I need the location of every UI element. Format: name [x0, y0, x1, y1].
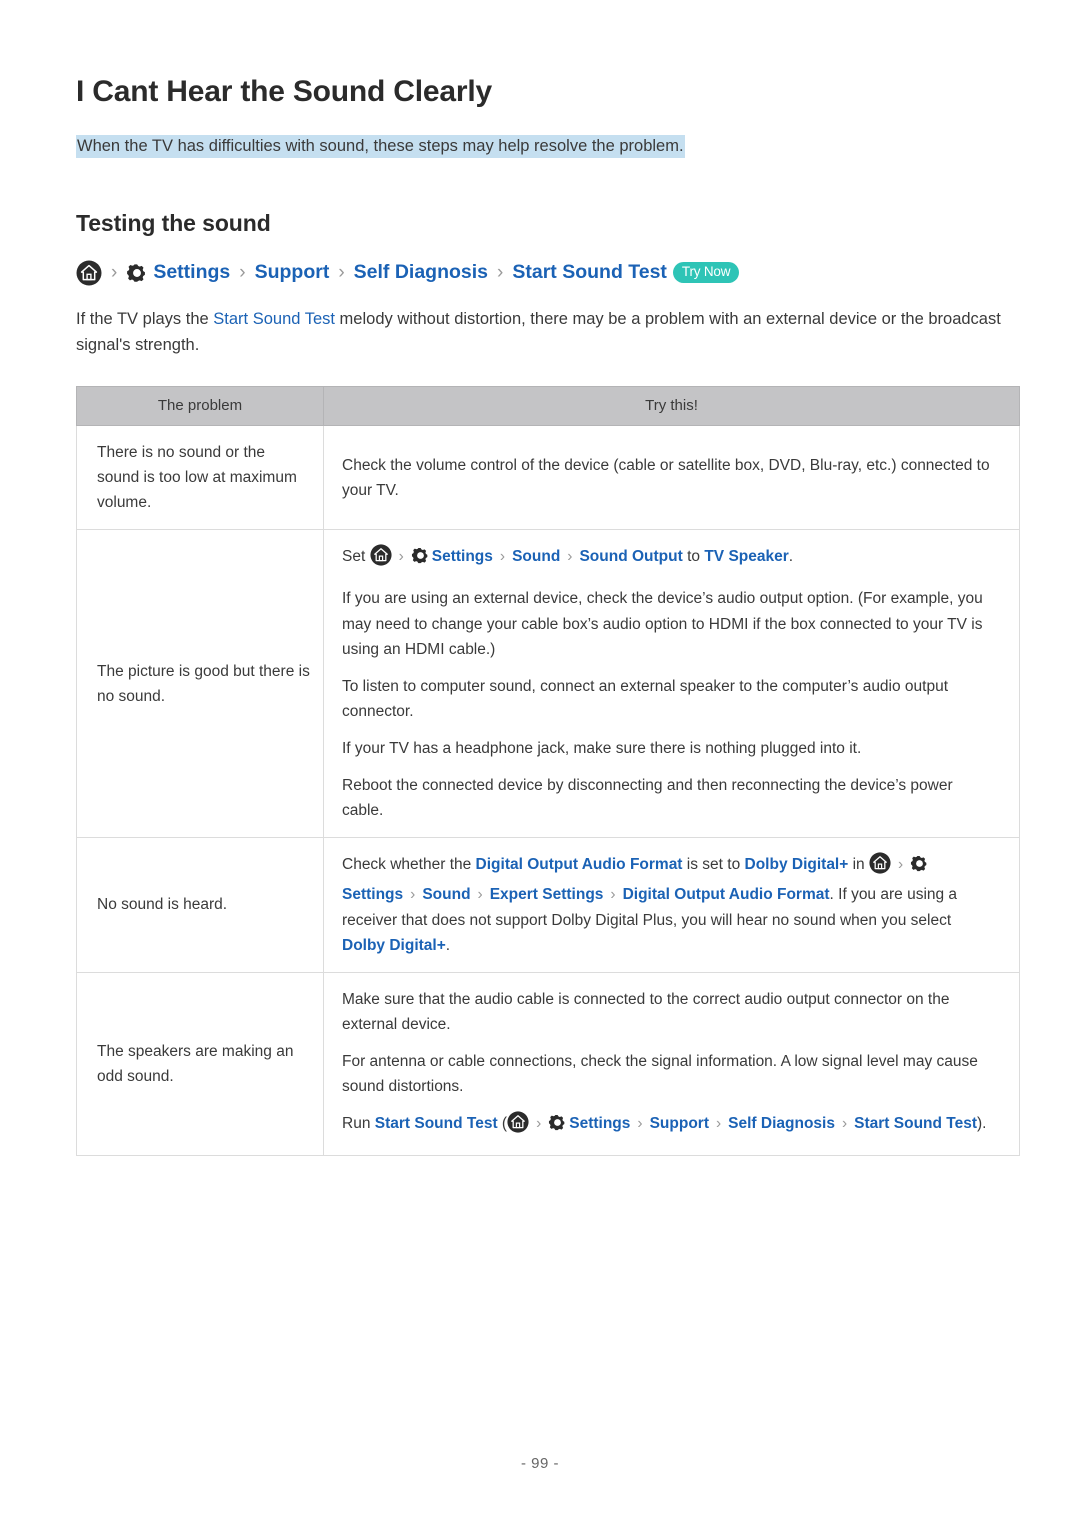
path-separator: › [410, 886, 416, 904]
solution-cell: Check whether the Digital Output Audio F… [323, 837, 1020, 973]
try-now-badge[interactable]: Try Now [672, 262, 740, 283]
link-dolby-digital-plus-2[interactable]: Dolby Digital+ [342, 937, 446, 954]
problem-cell: There is no sound or the sound is too lo… [76, 424, 324, 531]
path-item-sound-output[interactable]: Sound Output [579, 548, 682, 565]
problem-cell: No sound is heard. [76, 837, 324, 973]
solution-text: If you are using an external device, che… [342, 590, 983, 658]
path-suffix: . [788, 548, 794, 566]
table-row: There is no sound or the sound is too lo… [76, 424, 1020, 531]
open-paren: ( [497, 1115, 508, 1133]
column-header-try-this: Try this! [323, 386, 1020, 426]
solution-text: To listen to computer sound, connect an … [342, 677, 949, 720]
breadcrumb-item-settings[interactable]: Settings [153, 261, 230, 283]
lead-link-start-sound-test[interactable]: Start Sound Test [213, 310, 335, 328]
document-page: I Cant Hear the Sound Clearly When the T… [0, 0, 1080, 1527]
solution-text: For antenna or cable connections, check … [342, 1052, 978, 1096]
path-middle: to [682, 548, 705, 566]
home-icon[interactable] [370, 544, 392, 574]
path-item-settings[interactable]: Settings [432, 548, 493, 565]
lead-paragraph: If the TV plays the Start Sound Test mel… [76, 286, 1020, 359]
solution-run-line: Run Start Sound Test ( › Settings › Support ›… [342, 1111, 997, 1141]
table-head: The problem Try this! [76, 386, 1020, 426]
section-title: Testing the sound [76, 209, 271, 236]
solution-cell: Check the volume control of the device (… [323, 424, 1020, 531]
breadcrumb-separator-3: › [338, 262, 345, 284]
home-icon[interactable] [869, 852, 891, 882]
breadcrumb-item-self-diagnosis[interactable]: Self Diagnosis [354, 261, 488, 283]
table-row: No sound is heard. Check whether the Dig… [76, 837, 1020, 973]
intro-paragraph-wrap: When the TV has difficulties with sound,… [76, 134, 1020, 160]
path-item-support[interactable]: Support [650, 1115, 709, 1132]
run-prefix: Run [342, 1115, 375, 1133]
troubleshooting-table: The problem Try this! There is no sound … [76, 386, 1020, 1157]
dolby-end: . [445, 936, 451, 954]
breadcrumb-item-start-sound-test[interactable]: Start Sound Test [512, 261, 667, 283]
path-item-sound[interactable]: Sound [422, 886, 470, 903]
breadcrumb-item-support[interactable]: Support [255, 261, 330, 283]
dolby-lead: Check whether the [342, 856, 476, 874]
gear-icon[interactable] [126, 262, 148, 284]
path-separator: › [477, 886, 483, 904]
path-separator: › [715, 1115, 722, 1133]
solution-text: Make sure that the audio cable is connec… [342, 990, 950, 1033]
table-row: The picture is good but there is no soun… [76, 529, 1020, 839]
dolby-mid-2: in [848, 856, 869, 874]
page-content: I Cant Hear the Sound Clearly When the T… [76, 0, 1020, 1157]
path-separator: › [398, 548, 404, 566]
path-item-self-diagnosis[interactable]: Self Diagnosis [728, 1115, 835, 1132]
gear-icon[interactable] [411, 546, 430, 573]
path-separator: › [637, 1115, 643, 1133]
path-separator: › [610, 886, 616, 904]
table-header-row: The problem Try this! [76, 386, 1020, 426]
solution-cell: Set › Settings › Sound › Sound Output to TV S… [323, 529, 1020, 839]
home-icon[interactable] [76, 260, 102, 286]
path-item-start-sound-test[interactable]: Start Sound Test [854, 1115, 977, 1132]
problem-cell: The picture is good but there is no soun… [76, 529, 324, 839]
problem-cell: The speakers are making an odd sound. [76, 971, 324, 1157]
solution-dolby-line: Check whether the Digital Output Audio F… [342, 852, 997, 957]
path-target-tv-speaker[interactable]: TV Speaker [704, 548, 788, 565]
path-separator: › [567, 548, 573, 566]
gear-icon[interactable] [548, 1113, 567, 1140]
column-header-problem: The problem [76, 386, 324, 426]
page-number: - 99 - [520, 1455, 559, 1472]
path-prefix: Set [342, 548, 370, 566]
link-dolby-digital-plus[interactable]: Dolby Digital+ [745, 856, 849, 873]
intro-paragraph: When the TV has difficulties with sound,… [76, 135, 685, 158]
link-digital-output-audio-format[interactable]: Digital Output Audio Format [476, 856, 683, 873]
path-separator: › [536, 1115, 542, 1133]
breadcrumb-separator-2: › [239, 262, 246, 284]
path-item-settings[interactable]: Settings [342, 886, 403, 903]
solution-text: Check the volume control of the device (… [342, 456, 990, 499]
path-item-digital-output-audio-format[interactable]: Digital Output Audio Format [623, 886, 830, 903]
table-body: There is no sound or the sound is too lo… [76, 424, 1020, 1157]
path-separator: › [841, 1115, 848, 1133]
page-title: I Cant Hear the Sound Clearly [76, 75, 492, 108]
path-item-sound[interactable]: Sound [512, 548, 560, 565]
path-item-expert-settings[interactable]: Expert Settings [490, 886, 604, 903]
close-paren: ). [977, 1115, 987, 1133]
table-row: The speakers are making an odd sound. Ma… [76, 971, 1020, 1157]
solution-text: If your TV has a headphone jack, make su… [342, 739, 862, 757]
breadcrumb-separator-1: › [111, 262, 118, 284]
home-icon[interactable] [507, 1111, 529, 1141]
lead-part-1: If the TV plays the [76, 309, 214, 328]
path-separator: › [499, 548, 506, 566]
solution-path-line: Set › Settings › Sound › Sound Output to TV S… [342, 544, 997, 574]
solution-cell: Make sure that the audio cable is connec… [323, 971, 1020, 1157]
path-separator: › [897, 856, 904, 874]
gear-icon[interactable] [910, 854, 929, 881]
dolby-mid-1: is set to [682, 856, 745, 874]
solution-text: Reboot the connected device by disconnec… [342, 777, 953, 820]
breadcrumb: › Settings › Support › Self Diagnosis › … [76, 260, 1020, 286]
breadcrumb-separator-4: › [497, 262, 504, 284]
path-item-settings[interactable]: Settings [569, 1115, 630, 1132]
link-start-sound-test[interactable]: Start Sound Test [375, 1115, 498, 1132]
